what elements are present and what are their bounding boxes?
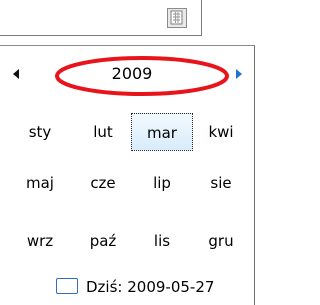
month-cell-paz[interactable]: paź [72, 222, 134, 260]
year-header[interactable]: 2009 [62, 60, 202, 88]
month-cell-sie[interactable]: sie [190, 164, 252, 202]
chevron-right-icon[interactable] [232, 64, 246, 84]
chevron-left-icon[interactable] [10, 64, 24, 84]
date-picker: 2009 sty lut mar kwi maj cze lip sie wrz… [0, 0, 263, 305]
month-cell-lis[interactable]: lis [131, 222, 193, 260]
today-label: Dziś: 2009-05-27 [86, 278, 215, 296]
month-cell-cze[interactable]: cze [72, 164, 134, 202]
month-cell-kwi[interactable]: kwi [190, 113, 252, 151]
month-cell-lut[interactable]: lut [72, 113, 134, 151]
month-cell-gru[interactable]: gru [190, 222, 252, 260]
calendar-icon [167, 8, 187, 28]
calendar-dropdown-button[interactable] [166, 7, 188, 29]
today-marker-box [56, 278, 78, 294]
month-cell-wrz[interactable]: wrz [9, 222, 71, 260]
date-input-field[interactable] [0, 0, 202, 36]
month-cell-mar[interactable]: mar [131, 113, 193, 151]
today-link[interactable]: Dziś: 2009-05-27 [56, 276, 246, 298]
month-cell-sty[interactable]: sty [9, 113, 71, 151]
month-cell-lip[interactable]: lip [131, 164, 193, 202]
month-cell-maj[interactable]: maj [9, 164, 71, 202]
